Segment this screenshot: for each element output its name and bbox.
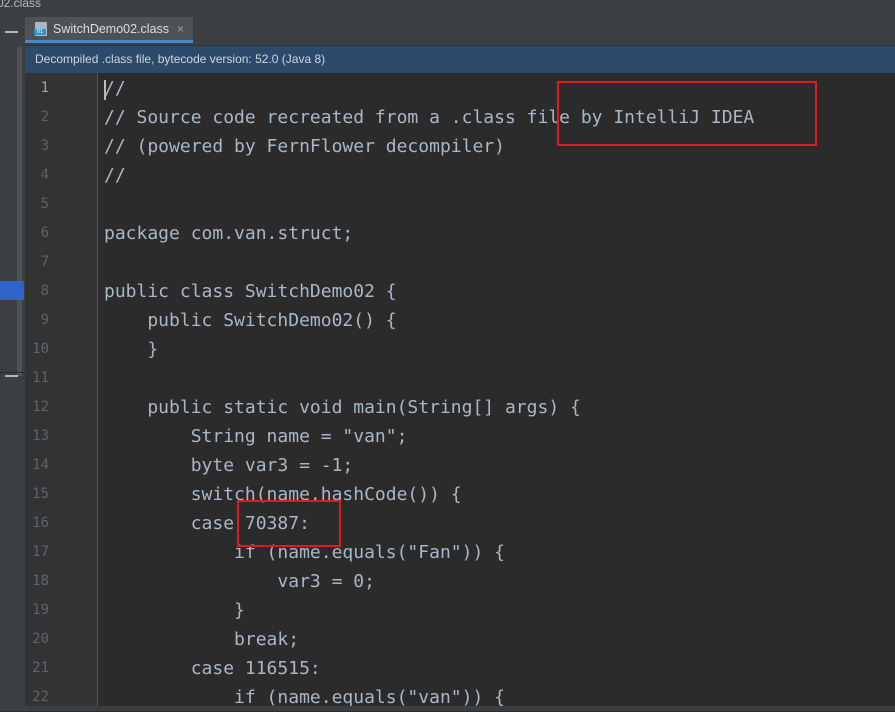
line-number: 5 [40,196,49,212]
code-line[interactable]: 11 [25,364,895,393]
strip-divider [0,372,25,373]
code-line[interactable]: 19 } [25,596,895,625]
code-line[interactable]: 13 String name = "van"; [25,422,895,451]
code-line[interactable]: 8 public class SwitchDemo02 { [25,277,895,306]
code-text[interactable]: byte var3 = -1; [104,451,354,480]
code-text[interactable]: package com.van.struct; [104,219,353,248]
text-caret [104,80,106,100]
horizontal-scrollbar[interactable] [0,706,895,711]
collapse-icon[interactable] [5,31,18,33]
code-line[interactable]: 20 break; [25,625,895,654]
code-text[interactable]: public class SwitchDemo02 { [104,277,397,306]
line-number: 20 [32,631,49,647]
tab-label: SwitchDemo02.class [53,21,170,36]
path-fragment: 02.class [0,0,42,10]
line-number: 18 [32,573,49,589]
code-text[interactable]: // (powered by FernFlower decompiler) [104,132,505,161]
project-tool-strip [0,17,25,711]
code-line[interactable]: 18 var3 = 0; [25,567,895,596]
line-number: 8 [40,283,49,299]
code-text[interactable]: } [104,596,245,625]
line-number: 10 [32,341,49,357]
code-text[interactable]: // [104,74,126,103]
editor-tab-bar: 01 SwitchDemo02.class × [25,17,895,46]
code-line[interactable]: 9 public SwitchDemo02() { [25,306,895,335]
line-number: 11 [32,370,49,386]
line-number: 19 [32,602,49,618]
code-text[interactable]: public static void main(String[] args) { [104,393,580,422]
annotation-box-case-70387 [237,500,341,547]
collapse-icon-secondary[interactable] [5,375,18,377]
code-line[interactable]: 16 case 70387: [25,509,895,538]
code-text[interactable]: var3 = 0; [104,567,375,596]
code-line[interactable]: 10 } [25,335,895,364]
tab-switchdemo02-class[interactable]: 01 SwitchDemo02.class × [25,17,193,43]
code-line[interactable]: 4 // [25,161,895,190]
annotation-box-intellij-idea [557,81,817,146]
code-line[interactable]: 21 case 116515: [25,654,895,683]
code-line[interactable]: 15 switch(name.hashCode()) { [25,480,895,509]
line-number: 14 [32,457,49,473]
line-number: 1 [40,80,49,96]
banner-text: Decompiled .class file, bytecode version… [35,52,326,66]
code-text[interactable]: String name = "van"; [104,422,408,451]
line-number: 6 [40,225,49,241]
editor-path-bar: 02.class [0,0,895,17]
code-text[interactable]: break; [104,625,299,654]
project-scrollbar[interactable] [17,47,22,376]
line-number: 21 [32,660,49,676]
selected-tree-row[interactable] [0,281,24,300]
code-text[interactable]: } [104,335,158,364]
code-line[interactable]: 17 if (name.equals("Fan")) { [25,538,895,567]
class-file-icon: 01 [34,21,48,36]
line-number: 7 [40,254,49,270]
line-number: 4 [40,167,49,183]
close-icon[interactable]: × [177,22,184,36]
line-number: 3 [40,138,49,154]
line-number: 15 [32,486,49,502]
line-number: 16 [32,515,49,531]
code-text[interactable]: case 116515: [104,654,321,683]
code-text[interactable]: // [104,161,126,190]
line-number: 13 [32,428,49,444]
decompiled-notice-banner: Decompiled .class file, bytecode version… [25,46,895,73]
code-line[interactable]: 7 [25,248,895,277]
code-line[interactable]: 6 package com.van.struct; [25,219,895,248]
code-text[interactable]: public SwitchDemo02() { [104,306,396,335]
code-editor[interactable]: 1//2// Source code recreated from a .cla… [25,73,895,711]
code-line[interactable]: 14 byte var3 = -1; [25,451,895,480]
code-line[interactable]: 12 public static void main(String[] args… [25,393,895,422]
line-number: 17 [32,544,49,560]
code-line[interactable]: 5 [25,190,895,219]
line-number: 9 [40,312,49,328]
line-number: 12 [32,399,49,415]
line-number: 2 [40,109,49,125]
